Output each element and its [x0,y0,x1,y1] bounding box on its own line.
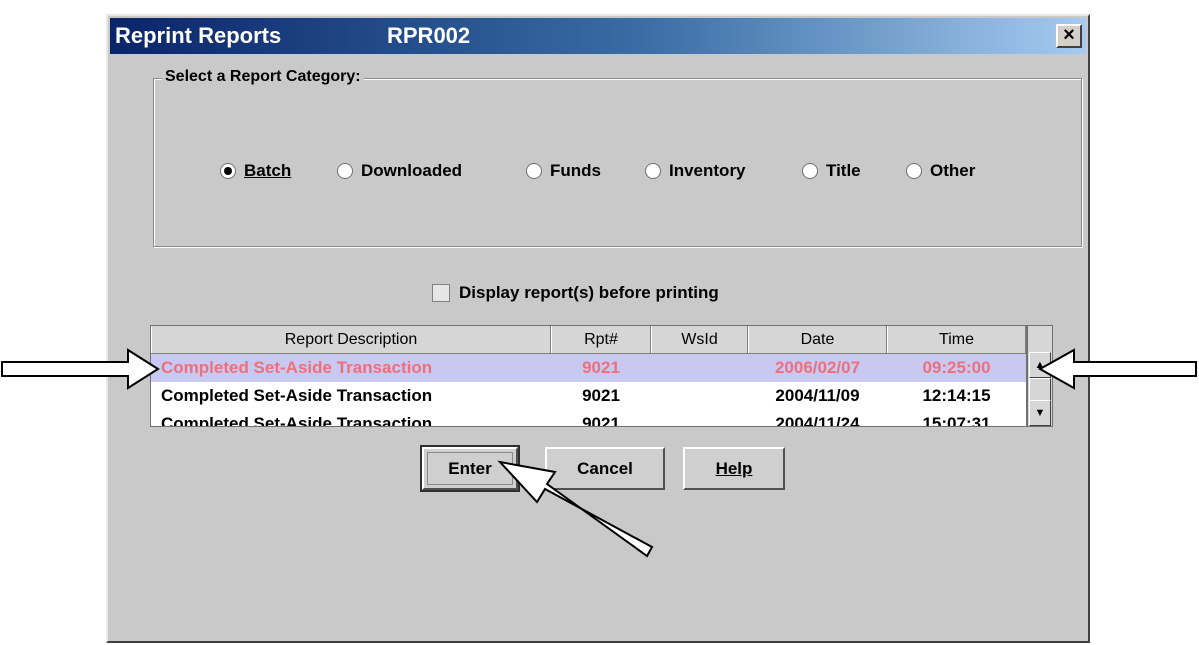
arrow-annotation-icon [497,460,654,558]
arrow-annotation-icon [1,348,160,390]
annotation-overlay [1,348,1197,558]
arrow-annotation-icon [1037,348,1197,390]
